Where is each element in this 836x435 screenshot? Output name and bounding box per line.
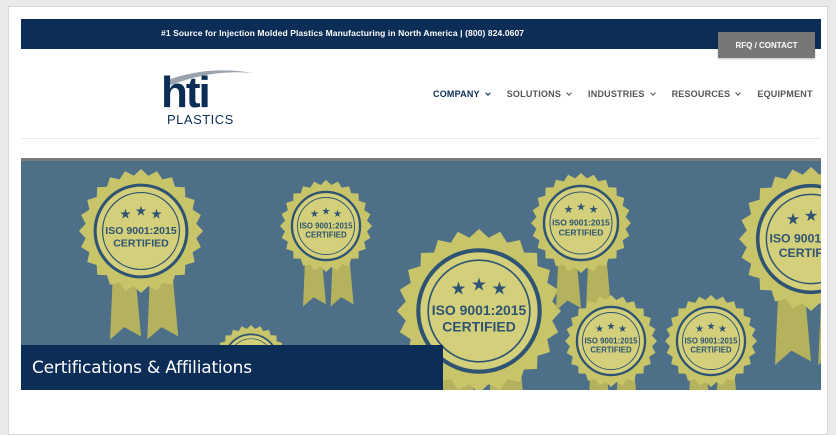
svg-text:★: ★ — [119, 207, 131, 222]
nav-label: SOLUTIONS — [506, 89, 562, 99]
nav-item-company[interactable]: COMPANY — [433, 89, 491, 99]
svg-text:★: ★ — [150, 207, 162, 222]
nav-label: INDUSTRIES — [588, 89, 645, 99]
svg-text:ISO 9001:2015: ISO 9001:2015 — [585, 336, 639, 345]
svg-text:★: ★ — [310, 209, 319, 220]
svg-text:★: ★ — [135, 204, 147, 219]
svg-text:★: ★ — [321, 207, 330, 218]
hero-caption-box: Certifications & Affiliations — [21, 345, 443, 390]
svg-text:ISO 9001:2015: ISO 9001:2015 — [432, 302, 527, 318]
tagline-text: #1 Source for Injection Molded Plastics … — [161, 28, 525, 38]
logo-text: hti — [161, 68, 209, 117]
browser-frame: #1 Source for Injection Molded Plastics … — [8, 6, 828, 435]
svg-text:★: ★ — [804, 208, 818, 225]
svg-text:CERTIFIED: CERTIFIED — [779, 246, 821, 260]
iso-seal-badge: ★★★ISO 9001:2015CERTIFIED — [280, 180, 372, 307]
svg-text:★: ★ — [471, 275, 487, 295]
hti-plastics-logo[interactable]: hti PLASTICS — [157, 63, 257, 127]
svg-text:ISO 9001:2015: ISO 9001:2015 — [300, 221, 354, 230]
svg-text:★: ★ — [695, 324, 704, 335]
svg-text:★: ★ — [450, 279, 466, 299]
svg-text:ISO 9001:2015: ISO 9001:2015 — [685, 336, 739, 345]
main-nav: COMPANY SOLUTIONS INDUSTRIES RESOURCES E… — [433, 89, 827, 99]
svg-text:ISO 9001:2015: ISO 9001:2015 — [105, 225, 177, 237]
nav-item-solutions[interactable]: SOLUTIONS — [506, 89, 572, 99]
nav-item-industries[interactable]: INDUSTRIES — [588, 89, 656, 99]
svg-text:ISO 9001:2015: ISO 9001:2015 — [770, 232, 821, 246]
svg-text:★: ★ — [576, 202, 586, 214]
svg-text:★: ★ — [589, 204, 599, 216]
svg-text:CERTIFIED: CERTIFIED — [305, 231, 347, 240]
iso-seal-badge: ★★★ISO 9001:2015CERTIFIED — [565, 295, 657, 390]
chevron-down-icon — [735, 89, 742, 96]
chevron-down-icon — [566, 89, 572, 96]
header-divider — [21, 138, 821, 139]
rfq-contact-button[interactable]: RFQ / CONTACT — [718, 32, 815, 58]
nav-label: COMPANY — [433, 89, 480, 99]
svg-text:★: ★ — [606, 322, 615, 333]
iso-seal-badge: ★★★ISO 9001:2015CERTIFIED — [665, 295, 757, 390]
logo-graphic: hti PLASTICS — [161, 68, 253, 127]
svg-text:CERTIFIED: CERTIFIED — [559, 228, 604, 238]
top-announcement-bar: #1 Source for Injection Molded Plastics … — [21, 19, 821, 49]
svg-text:★: ★ — [786, 212, 800, 229]
svg-text:★: ★ — [595, 324, 604, 335]
svg-text:CERTIFIED: CERTIFIED — [113, 238, 169, 250]
nav-label: RESOURCES — [671, 89, 731, 99]
iso-seal-badge: ★★★ISO 9001:2015CERTIFIED — [79, 169, 203, 340]
svg-text:CERTIFIED: CERTIFIED — [690, 346, 732, 355]
svg-text:CERTIFIED: CERTIFIED — [590, 346, 632, 355]
chevron-down-icon — [649, 89, 656, 96]
svg-text:★: ★ — [718, 324, 727, 335]
nav-label: EQUIPMENT — [757, 89, 813, 99]
chevron-down-icon — [484, 89, 491, 96]
svg-text:ISO 9001:2015: ISO 9001:2015 — [552, 218, 610, 228]
nav-item-equipment[interactable]: EQUIPMENT — [757, 89, 812, 99]
hero-banner: ★ ★ ★ ISO 9001:2015 CERTIFIED ★ ★ ★ ISO 9001:201… — [21, 158, 821, 390]
nav-item-resources[interactable]: RESOURCES — [671, 89, 742, 99]
svg-text:CERTIFIED: CERTIFIED — [442, 319, 516, 335]
svg-text:★: ★ — [564, 204, 574, 216]
svg-text:★: ★ — [618, 324, 627, 335]
svg-text:★: ★ — [333, 209, 342, 220]
hero-caption-text: Certifications & Affiliations — [32, 357, 252, 378]
logo-subtext: PLASTICS — [167, 112, 234, 127]
svg-text:★: ★ — [491, 279, 507, 299]
svg-text:★: ★ — [706, 322, 715, 333]
